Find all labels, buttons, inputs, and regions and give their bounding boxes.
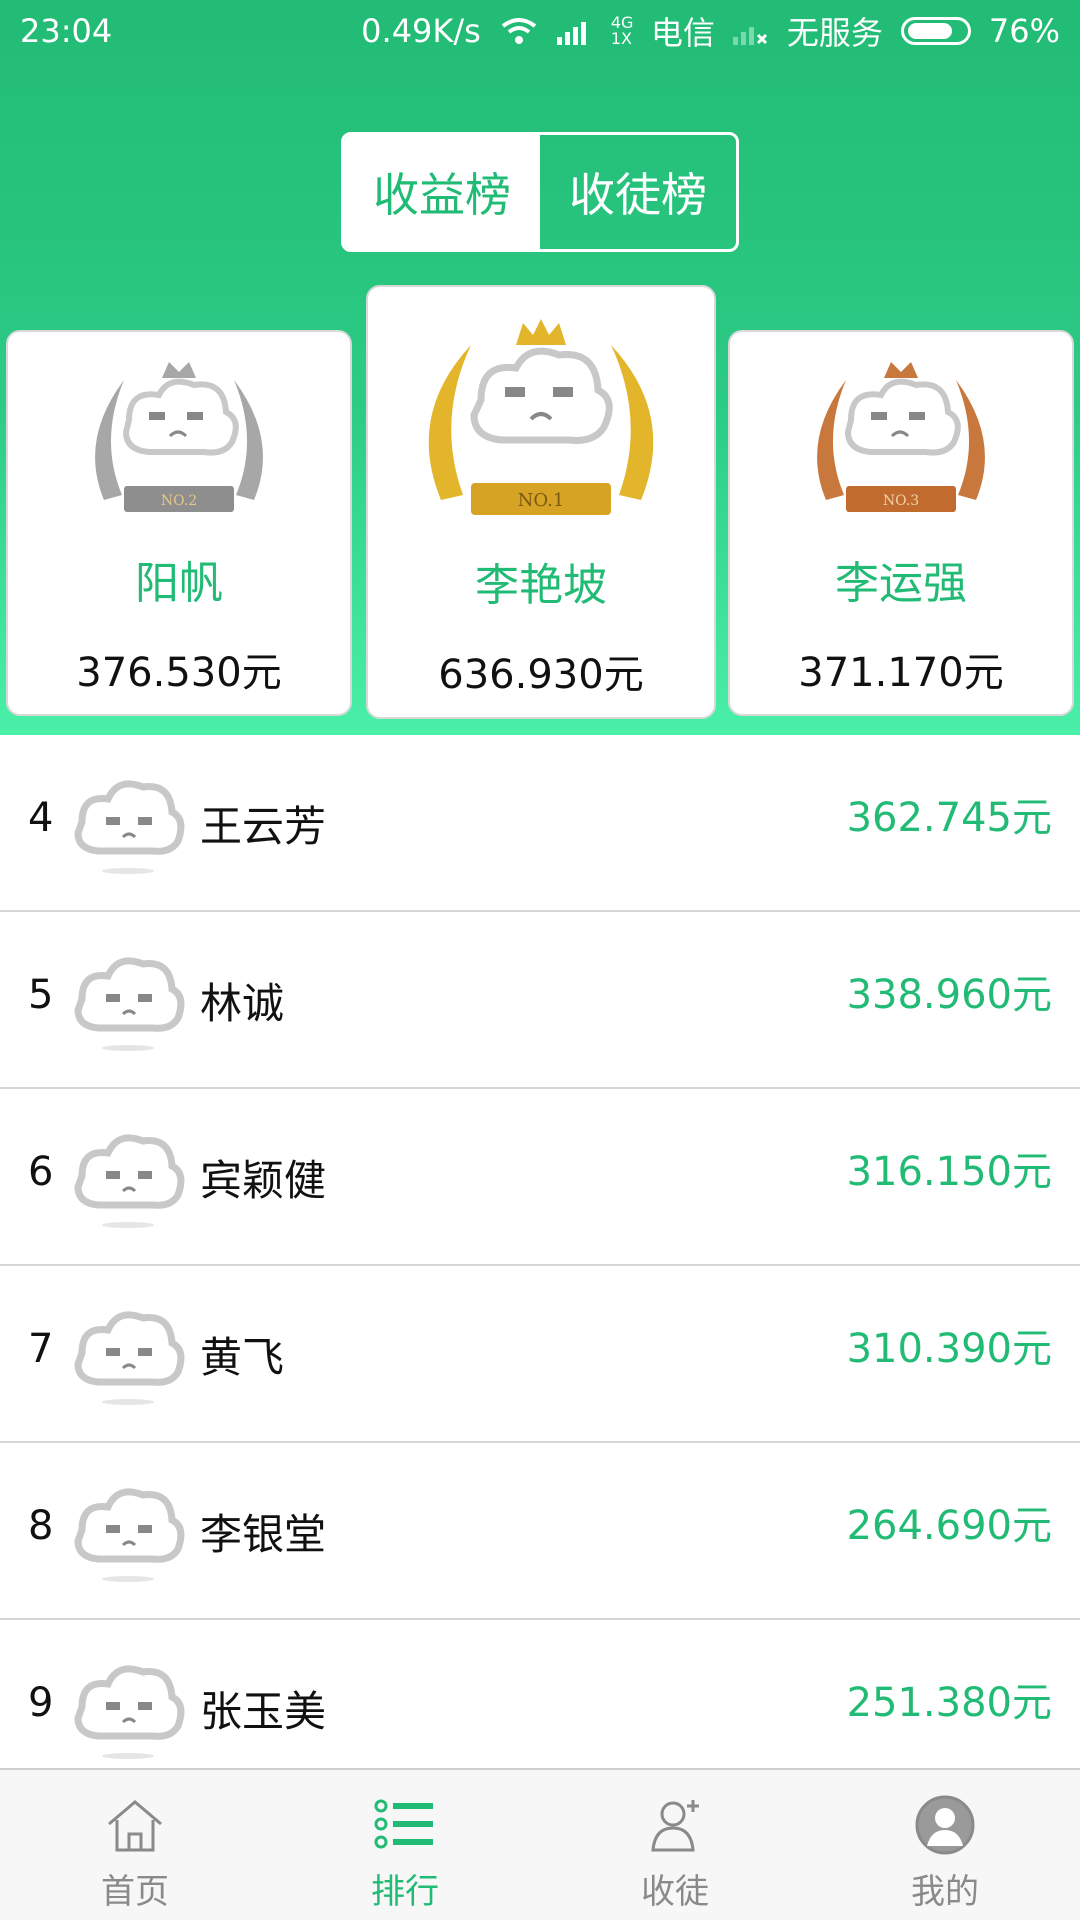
podium-name: 李运强 (835, 558, 967, 609)
battery-icon (900, 17, 971, 45)
avatar-icon (74, 1134, 185, 1228)
sim2-status: 无服务 (786, 14, 883, 52)
network-type: 4G 1X (610, 13, 634, 48)
user-amount: 362.745元 (846, 795, 1052, 841)
podium-name: 阳帆 (135, 558, 223, 609)
tab-apprentices[interactable]: 收徒榜 (540, 135, 736, 249)
bottom-nav: 首页 排行 收徒 我的 (0, 1768, 1080, 1920)
list-item[interactable]: 4 王云芳 362.745元 (0, 735, 1080, 912)
svg-text:NO.1: NO.1 (518, 490, 565, 511)
carrier-name: 电信 (650, 14, 715, 52)
rank-number: 7 (28, 1326, 54, 1372)
nav-item-home[interactable]: 首页 (0, 1770, 270, 1920)
svg-text:NO.2: NO.2 (161, 493, 197, 509)
user-name: 张玉美 (200, 1687, 327, 1736)
podium-amount: 371.170元 (798, 650, 1004, 696)
rank-number: 6 (28, 1149, 54, 1195)
battery-level: 76% (988, 12, 1060, 50)
wifi-icon (501, 18, 537, 44)
nav-label: 我的 (911, 1872, 979, 1912)
avatar-icon (74, 1488, 185, 1582)
podium-amount: 636.930元 (438, 652, 644, 698)
list-item[interactable]: 8 李银堂 264.690元 (0, 1443, 1080, 1620)
podium-card-third[interactable]: NO.3 李运强 371.170元 (728, 330, 1074, 716)
rank-number: 9 (28, 1680, 54, 1726)
user-amount: 310.390元 (846, 1326, 1052, 1372)
svg-text:NO.3: NO.3 (883, 493, 919, 509)
rank-number: 4 (28, 795, 54, 841)
podium-name: 李艳坡 (475, 560, 607, 611)
status-time: 23:04 (20, 12, 113, 50)
nav-label: 收徒 (641, 1872, 709, 1912)
rank-number: 5 (28, 972, 54, 1018)
nav-item-profile[interactable]: 我的 (810, 1770, 1080, 1920)
nav-label: 排行 (371, 1872, 439, 1912)
user-amount: 316.150元 (846, 1149, 1052, 1195)
user-name: 林诚 (200, 979, 285, 1028)
list-item[interactable]: 5 林诚 338.960元 (0, 912, 1080, 1089)
avatar-icon (74, 780, 185, 874)
network-speed: 0.49K/s (361, 12, 481, 50)
ranking-list: 4 王云芳 362.745元 5 林诚 338.960元 6 宾颖健 316.1… (0, 735, 1080, 1797)
tab-earnings[interactable]: 收益榜 (344, 135, 540, 249)
user-name: 李银堂 (200, 1510, 327, 1559)
signal-icon (556, 22, 586, 45)
list-icon (374, 1799, 433, 1849)
list-item[interactable]: 6 宾颖健 316.150元 (0, 1089, 1080, 1266)
user-amount: 338.960元 (846, 972, 1052, 1018)
podium-card-second[interactable]: NO.2 阳帆 376.530元 (6, 330, 352, 716)
bronze-wreath-icon: NO.3 (817, 362, 985, 512)
user-amount: 251.380元 (846, 1680, 1052, 1726)
nav-item-recruit[interactable]: 收徒 (540, 1770, 810, 1920)
avatar-icon (74, 1665, 185, 1759)
no-signal-icon (732, 27, 767, 45)
nav-label: 首页 (101, 1872, 169, 1912)
avatar-icon (74, 957, 185, 1051)
silver-wreath-icon: NO.2 (95, 362, 263, 512)
profile-icon (915, 1795, 975, 1855)
user-name: 黄飞 (200, 1333, 285, 1382)
nav-item-ranking[interactable]: 排行 (270, 1770, 540, 1920)
user-amount: 264.690元 (846, 1503, 1052, 1549)
ranking-type-toggle: 收益榜 收徒榜 (341, 132, 739, 252)
avatar-icon (74, 1311, 185, 1405)
gold-wreath-icon: NO.1 (428, 319, 654, 515)
home-icon (108, 1800, 162, 1852)
add-user-icon (651, 1800, 699, 1852)
user-name: 王云芳 (200, 802, 327, 851)
rank-number: 8 (28, 1503, 54, 1549)
user-name: 宾颖健 (200, 1156, 327, 1205)
status-bar: 23:04 0.49K/s 4G 1X 电信 无服务 76% (0, 0, 1080, 62)
podium-card-first[interactable]: NO.1 李艳坡 636.930元 (366, 285, 716, 719)
list-item[interactable]: 7 黄飞 310.390元 (0, 1266, 1080, 1443)
podium-amount: 376.530元 (76, 650, 282, 696)
